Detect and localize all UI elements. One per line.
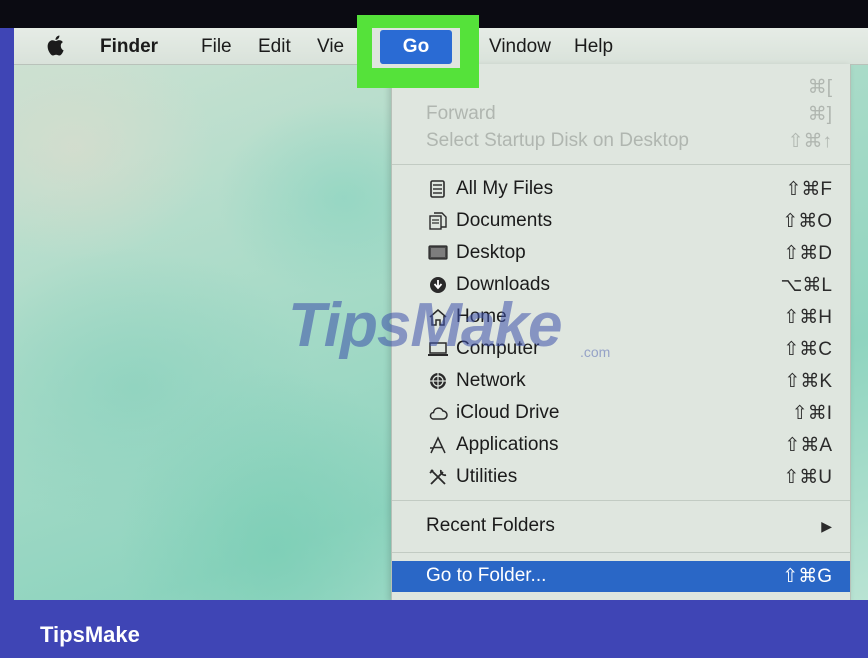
shortcut-all-my-files: ⇧⌘F <box>785 179 832 200</box>
shortcut-back: ⌘[ <box>807 77 832 98</box>
label-all-my-files: All My Files <box>456 178 554 199</box>
documents-icon <box>429 212 447 230</box>
shortcut-downloads: ⌥⌘L <box>780 275 832 296</box>
shortcut-go-to-folder: ⇧⌘G <box>782 566 832 587</box>
watermark: TipsMake <box>288 291 562 360</box>
menu-edit[interactable]: Edit <box>258 36 291 58</box>
label-startup-disk: Select Startup Disk on Desktop <box>426 130 689 151</box>
shortcut-desktop: ⇧⌘D <box>783 243 832 264</box>
label-desktop: Desktop <box>456 242 526 263</box>
menu-separator <box>392 164 850 165</box>
utilities-icon <box>429 469 447 485</box>
label-applications: Applications <box>456 434 559 455</box>
label-documents: Documents <box>456 210 553 231</box>
menu-view[interactable]: Vie <box>317 36 344 58</box>
label-recent-folders: Recent Folders <box>426 515 555 536</box>
label-go-to-folder: Go to Folder... <box>426 565 547 586</box>
cloud-icon <box>429 407 448 420</box>
menu-item-documents[interactable]: Documents ⇧⌘O <box>392 206 850 236</box>
menu-item-recent-folders[interactable]: Recent Folders ▶ <box>392 511 850 541</box>
label-utilities: Utilities <box>456 466 518 487</box>
label-forward: Forward <box>426 103 496 124</box>
shortcut-computer: ⇧⌘C <box>783 339 832 360</box>
menu-separator <box>392 500 850 501</box>
apple-logo-icon[interactable] <box>46 34 64 56</box>
shortcut-icloud-drive: ⇧⌘I <box>791 403 832 424</box>
brand-caption: TipsMake <box>40 622 140 647</box>
menu-go[interactable]: Go <box>380 30 452 64</box>
menu-help[interactable]: Help <box>574 36 613 58</box>
submenu-arrow-icon: ▶ <box>821 518 832 534</box>
menu-separator <box>392 552 850 553</box>
all-files-icon <box>430 180 445 198</box>
shortcut-startup-disk: ⇧⌘↑ <box>787 131 832 152</box>
menu-item-applications[interactable]: Applications ⇧⌘A <box>392 430 850 460</box>
applications-icon <box>430 436 446 454</box>
shortcut-documents: ⇧⌘O <box>782 211 832 232</box>
label-network: Network <box>456 370 526 391</box>
watermark-suffix: .com <box>580 344 611 360</box>
menu-item-go-to-folder[interactable]: Go to Folder... ⇧⌘G <box>392 561 850 592</box>
shortcut-forward: ⌘] <box>807 104 832 125</box>
shortcut-home: ⇧⌘H <box>783 307 832 328</box>
menu-item-startup-disk: Select Startup Disk on Desktop ⇧⌘↑ <box>392 126 850 156</box>
menu-window[interactable]: Vindow <box>489 36 551 58</box>
desktop-screen: Finder File Edit Vie Vindow Help ⌘[ Forw… <box>14 28 868 600</box>
shortcut-network: ⇧⌘K <box>784 371 832 392</box>
menu-item-network[interactable]: Network ⇧⌘K <box>392 366 850 396</box>
desktop-icon <box>428 245 448 260</box>
menu-item-icloud-drive[interactable]: iCloud Drive ⇧⌘I <box>392 398 850 428</box>
shortcut-applications: ⇧⌘A <box>784 435 832 456</box>
menu-item-all-my-files[interactable]: All My Files ⇧⌘F <box>392 174 850 204</box>
shortcut-utilities: ⇧⌘U <box>783 467 832 488</box>
menu-item-desktop[interactable]: Desktop ⇧⌘D <box>392 238 850 268</box>
menu-file[interactable]: File <box>201 36 232 58</box>
menu-item-forward: Forward ⌘] <box>392 99 850 129</box>
label-icloud-drive: iCloud Drive <box>456 402 560 423</box>
menu-finder[interactable]: Finder <box>100 36 158 58</box>
network-icon <box>430 373 446 389</box>
menu-item-utilities[interactable]: Utilities ⇧⌘U <box>392 462 850 492</box>
